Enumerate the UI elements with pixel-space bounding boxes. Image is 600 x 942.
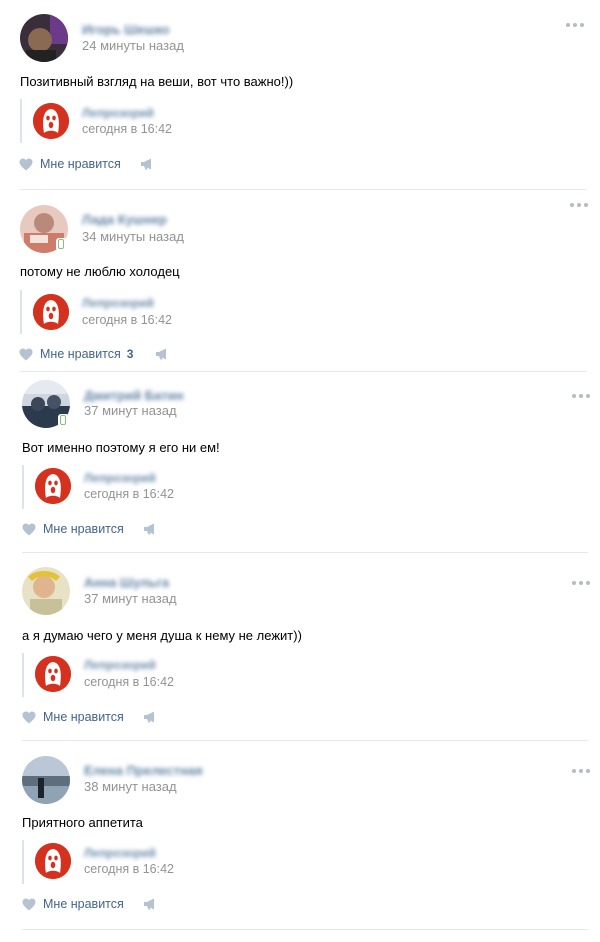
author-name[interactable]: Игорь Шешко — [82, 22, 169, 37]
heart-icon — [22, 523, 36, 535]
more-icon[interactable] — [572, 580, 590, 586]
comment: Анна Шульга 37 минут назад а я думаю чег… — [0, 555, 600, 741]
share-icon[interactable] — [155, 348, 169, 360]
share-icon[interactable] — [143, 523, 157, 535]
avatar[interactable] — [22, 756, 70, 804]
repost-source-name[interactable]: Лепрозорий — [84, 471, 156, 485]
author-name[interactable]: Елена Прелестная — [84, 763, 203, 778]
comment-text: Приятного аппетита — [22, 815, 143, 830]
like-label: Мне нравится — [43, 522, 124, 536]
scream-icon[interactable] — [35, 843, 71, 879]
separator — [22, 929, 588, 930]
like-label: Мне нравится — [43, 710, 124, 724]
like-button[interactable]: Мне нравится — [22, 896, 124, 912]
repost-bar — [22, 840, 24, 884]
phone-icon — [56, 238, 67, 251]
repost-time[interactable]: сегодня в 16:42 — [84, 675, 174, 689]
share-icon[interactable] — [140, 158, 154, 170]
like-button[interactable]: Мне нравится — [22, 521, 124, 537]
repost-bar — [22, 465, 24, 509]
like-button[interactable]: Мне нравится — [22, 709, 124, 725]
repost-bar — [22, 653, 24, 697]
repost-time[interactable]: сегодня в 16:42 — [82, 313, 172, 327]
scream-icon[interactable] — [33, 294, 69, 330]
avatar[interactable] — [20, 14, 68, 62]
separator — [22, 552, 588, 553]
more-icon[interactable] — [572, 768, 590, 774]
timestamp[interactable]: 37 минут назад — [84, 403, 177, 418]
comment: Елена Прелестная 38 минут назад Приятног… — [0, 742, 600, 942]
repost-time[interactable]: сегодня в 16:42 — [84, 862, 174, 876]
timestamp[interactable]: 34 минуты назад — [82, 229, 184, 244]
heart-icon — [19, 348, 33, 360]
more-icon[interactable] — [572, 393, 590, 399]
comment: Игорь Шешко 24 минуты назад Позитивный в… — [0, 0, 600, 190]
like-label: Мне нравится — [43, 897, 124, 911]
repost-bar — [20, 290, 22, 334]
repost-source-name[interactable]: Лепрозорий — [84, 658, 156, 672]
scream-icon[interactable] — [33, 103, 69, 139]
like-label: Мне нравится — [40, 347, 121, 361]
more-icon[interactable] — [570, 202, 588, 208]
like-count: 3 — [126, 347, 134, 361]
author-name[interactable]: Дмитрий Батин — [84, 388, 184, 403]
heart-icon — [19, 158, 33, 170]
comment-text: а я думаю чего у меня душа к нему не леж… — [22, 628, 302, 643]
heart-icon — [22, 898, 36, 910]
comment-text: Вот именно поэтому я его ни ем! — [22, 440, 220, 455]
more-icon[interactable] — [566, 22, 584, 28]
share-icon[interactable] — [143, 711, 157, 723]
timestamp[interactable]: 38 минут назад — [84, 779, 177, 794]
share-icon[interactable] — [143, 898, 157, 910]
scream-icon[interactable] — [35, 656, 71, 692]
repost-source-name[interactable]: Лепрозорий — [82, 296, 154, 310]
separator — [22, 740, 588, 741]
scream-icon[interactable] — [35, 468, 71, 504]
repost-bar — [20, 99, 22, 143]
like-button[interactable]: Мне нравится — [19, 156, 121, 172]
heart-icon — [22, 711, 36, 723]
repost-source-name[interactable]: Лепрозорий — [82, 106, 154, 120]
timestamp[interactable]: 24 минуты назад — [82, 38, 184, 53]
like-button[interactable]: Мне нравится 3 — [19, 346, 133, 362]
comment-text: потому не люблю холодец — [20, 264, 180, 279]
like-label: Мне нравится — [40, 157, 121, 171]
author-name[interactable]: Анна Шульга — [84, 575, 169, 590]
comment-text: Позитивный взгляд на веши, вот что важно… — [20, 74, 294, 89]
comment: Дмитрий Батин 37 минут назад Вот именно … — [0, 372, 600, 553]
author-name[interactable]: Лада Кушнер — [82, 212, 167, 227]
phone-icon — [58, 414, 69, 427]
timestamp[interactable]: 37 минут назад — [84, 591, 177, 606]
repost-source-name[interactable]: Лепрозорий — [84, 846, 156, 860]
comment: Лада Кушнер 34 минуты назад потому не лю… — [0, 190, 600, 372]
avatar[interactable] — [22, 567, 70, 615]
repost-time[interactable]: сегодня в 16:42 — [82, 122, 172, 136]
repost-time[interactable]: сегодня в 16:42 — [84, 487, 174, 501]
